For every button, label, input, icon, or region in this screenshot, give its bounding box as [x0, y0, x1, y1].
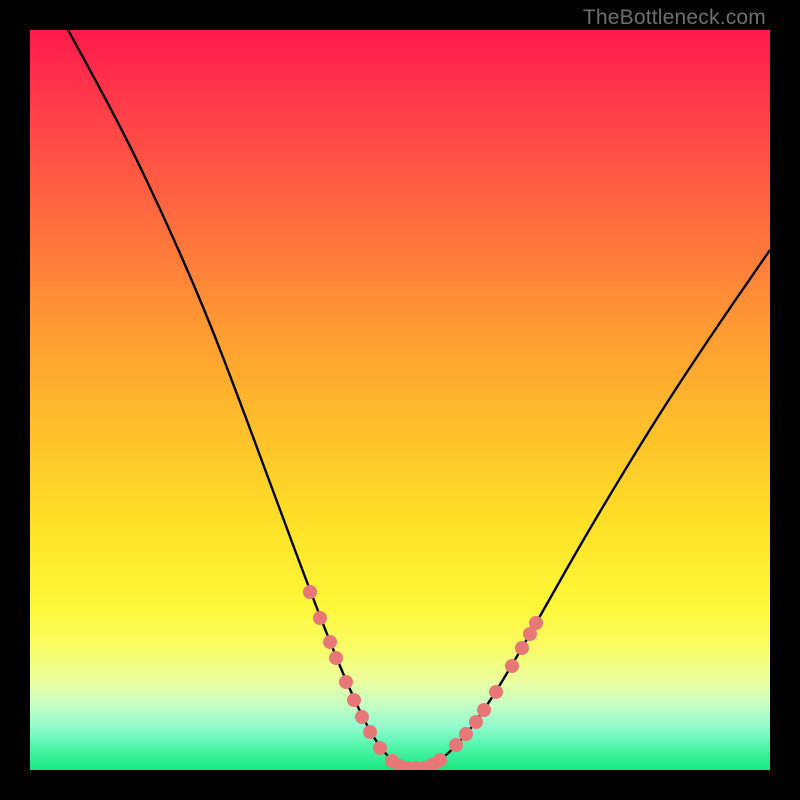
marker-dot — [363, 725, 377, 739]
marker-dot — [347, 693, 361, 707]
plot-area — [30, 30, 770, 770]
marker-dot — [323, 635, 337, 649]
bottleneck-curve — [68, 30, 770, 768]
marker-dot — [515, 641, 529, 655]
marker-group-left — [303, 585, 387, 755]
marker-dot — [529, 616, 543, 630]
marker-dot — [329, 651, 343, 665]
marker-dot — [355, 710, 369, 724]
chart-frame: TheBottleneck.com — [0, 0, 800, 800]
marker-dot — [303, 585, 317, 599]
marker-dot — [339, 675, 353, 689]
marker-group-bottom — [385, 753, 447, 770]
marker-dot — [477, 703, 491, 717]
marker-dot — [459, 727, 473, 741]
marker-dot — [505, 659, 519, 673]
curve-svg — [30, 30, 770, 770]
marker-dot — [373, 741, 387, 755]
marker-dot — [449, 738, 463, 752]
marker-dot — [469, 715, 483, 729]
marker-group-right — [449, 616, 543, 752]
marker-dot — [489, 685, 503, 699]
marker-dot — [313, 611, 327, 625]
watermark-text: TheBottleneck.com — [583, 6, 766, 30]
marker-dot — [433, 753, 447, 767]
